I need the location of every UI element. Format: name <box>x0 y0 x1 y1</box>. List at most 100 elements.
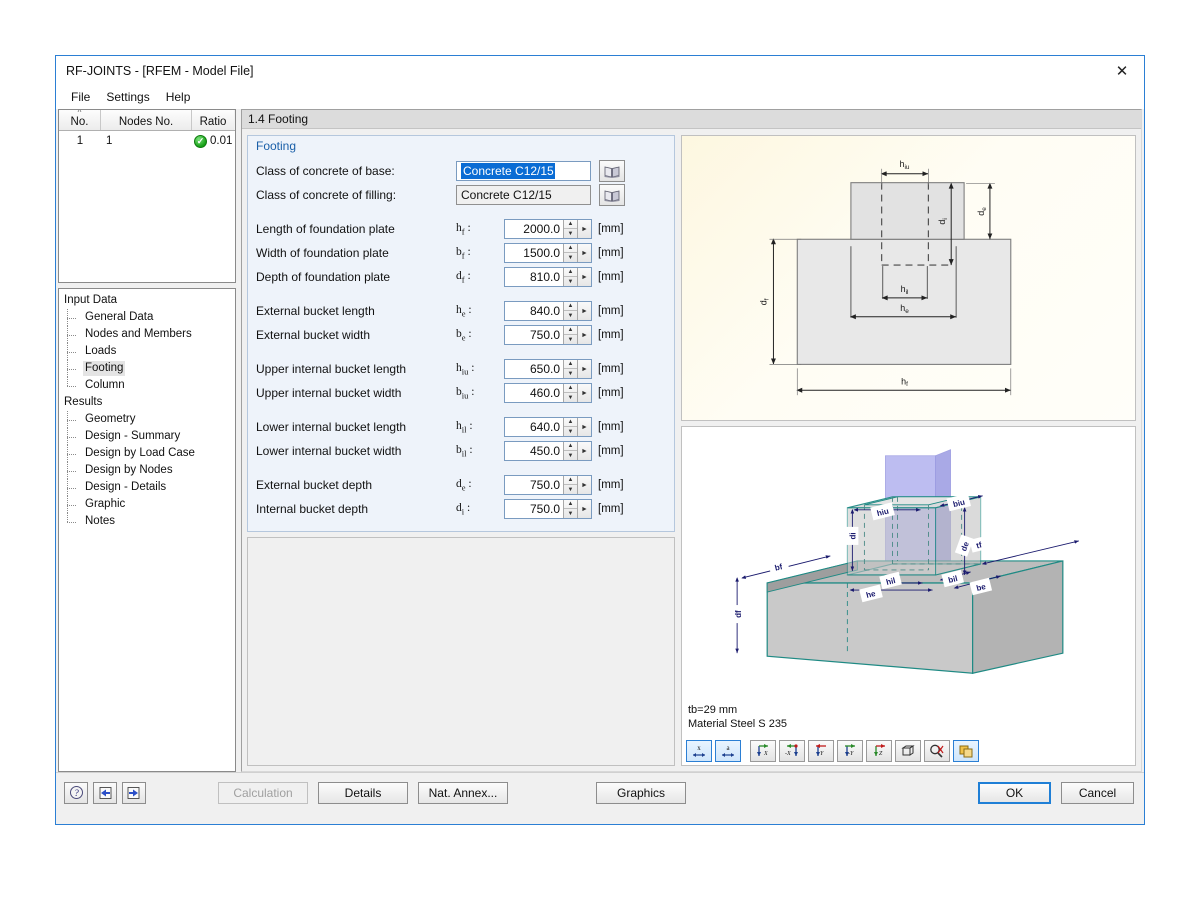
sidebar-item-design-details[interactable]: Design - Details <box>67 479 235 496</box>
spinner-arrows-be: ▲ ▼ <box>563 326 577 344</box>
table-header-nodes-no[interactable]: Nodes No. <box>101 110 192 130</box>
spinner-down-icon[interactable]: ▼ <box>564 485 577 494</box>
zoom-reset-button[interactable] <box>924 740 950 762</box>
spinner-more-icon[interactable]: ► <box>577 244 591 262</box>
spinner-more-icon[interactable]: ► <box>577 360 591 378</box>
axis-neg-y-icon: -Y <box>845 744 855 757</box>
spinner-df[interactable]: 810.0 ▲ ▼ ► <box>504 267 592 287</box>
tree-group-results[interactable]: Results <box>62 394 235 411</box>
close-icon[interactable]: ✕ <box>1100 56 1144 85</box>
axis-neg-x-icon: -X <box>785 744 798 757</box>
show-dimension-x-button[interactable]: x <box>686 740 712 762</box>
symbol-he: he : <box>456 303 472 319</box>
sidebar-item-design-by-load-case[interactable]: Design by Load Case <box>67 445 235 462</box>
spinner-up-icon[interactable]: ▲ <box>564 326 577 335</box>
sidebar-item-nodes-and-members[interactable]: Nodes and Members <box>67 326 235 343</box>
ok-button[interactable]: OK <box>978 781 1051 804</box>
spinner-down-icon[interactable]: ▼ <box>564 229 577 238</box>
spinner-more-icon[interactable]: ► <box>577 326 591 344</box>
view-z-button[interactable]: Z <box>866 740 892 762</box>
spinner-up-icon[interactable]: ▲ <box>564 220 577 229</box>
graphics-button[interactable]: Graphics <box>596 781 686 804</box>
spinner-bil[interactable]: 450.0 ▲ ▼ ► <box>504 441 592 461</box>
concrete-filling-input[interactable]: Concrete C12/15 <box>456 185 591 205</box>
spinner-down-icon[interactable]: ▼ <box>564 509 577 518</box>
spinner-more-icon[interactable]: ► <box>577 268 591 286</box>
menu-item-file[interactable]: File <box>64 88 97 106</box>
tree-group-input-data[interactable]: Input Data <box>62 292 235 309</box>
view-x-button[interactable]: X <box>750 740 776 762</box>
spinner-more-icon[interactable]: ► <box>577 418 591 436</box>
model-3d-canvas[interactable]: hiu biu di bf de tf hil bil be he df tb=… <box>682 427 1135 737</box>
sidebar-item-notes[interactable]: Notes <box>67 513 235 530</box>
book-icon[interactable] <box>599 184 625 206</box>
spinner-more-icon[interactable]: ► <box>577 500 591 518</box>
spinner-down-icon[interactable]: ▼ <box>564 253 577 262</box>
render-mode-button[interactable] <box>953 740 979 762</box>
spinner-up-icon[interactable]: ▲ <box>564 442 577 451</box>
spinner-hil[interactable]: 640.0 ▲ ▼ ► <box>504 417 592 437</box>
field-row-biu: Upper internal bucket width biu :460.0 ▲ ▼ ►… <box>256 381 664 405</box>
help-icon[interactable]: ? <box>64 781 88 804</box>
next-arrow-icon[interactable] <box>122 781 146 804</box>
menu-item-settings[interactable]: Settings <box>99 88 156 106</box>
spinner-hf[interactable]: 2000.0 ▲ ▼ ► <box>504 219 592 239</box>
spinner-up-icon[interactable]: ▲ <box>564 476 577 485</box>
view-negx-button[interactable]: -X <box>779 740 805 762</box>
spinner-more-icon[interactable]: ► <box>577 302 591 320</box>
book-icon[interactable] <box>599 160 625 182</box>
sidebar-item-design-summary[interactable]: Design - Summary <box>67 428 235 445</box>
spinner-more-icon[interactable]: ► <box>577 220 591 238</box>
spinner-up-icon[interactable]: ▲ <box>564 360 577 369</box>
menu-item-help[interactable]: Help <box>159 88 198 106</box>
sidebar-item-footing[interactable]: Footing <box>67 360 235 377</box>
table-row[interactable]: 1 1 ✓ 0.01 <box>59 131 235 151</box>
spinner-down-icon[interactable]: ▼ <box>564 277 577 286</box>
spinner-down-icon[interactable]: ▼ <box>564 369 577 378</box>
view-negy-button[interactable]: -Y <box>837 740 863 762</box>
nat-annex-button[interactable]: Nat. Annex... <box>418 781 508 804</box>
table-header-no[interactable]: ^ No. <box>59 110 101 130</box>
spinner-be[interactable]: 750.0 ▲ ▼ ► <box>504 325 592 345</box>
spinner-hiu[interactable]: 650.0 ▲ ▼ ► <box>504 359 592 379</box>
sidebar-item-column[interactable]: Column <box>67 377 235 394</box>
spinner-up-icon[interactable]: ▲ <box>564 500 577 509</box>
spinner-more-icon[interactable]: ► <box>577 476 591 494</box>
spinner-down-icon[interactable]: ▼ <box>564 451 577 460</box>
spinner-up-icon[interactable]: ▲ <box>564 418 577 427</box>
sidebar-item-general-data[interactable]: General Data <box>67 309 235 326</box>
cancel-button[interactable]: Cancel <box>1061 781 1134 804</box>
spinner-up-icon[interactable]: ▲ <box>564 384 577 393</box>
view-y-button[interactable]: Y <box>808 740 834 762</box>
details-button[interactable]: Details <box>318 781 408 804</box>
spinner-biu[interactable]: 460.0 ▲ ▼ ► <box>504 383 592 403</box>
spinner-more-icon[interactable]: ► <box>577 384 591 402</box>
spinner-up-icon[interactable]: ▲ <box>564 268 577 277</box>
spinner-he[interactable]: 840.0 ▲ ▼ ► <box>504 301 592 321</box>
isometric-view-button[interactable] <box>895 740 921 762</box>
table-header-ratio[interactable]: Ratio <box>192 110 234 130</box>
spinner-down-icon[interactable]: ▼ <box>564 393 577 402</box>
show-dimension-a-button[interactable]: a <box>715 740 741 762</box>
spinner-more-icon[interactable]: ► <box>577 442 591 460</box>
sidebar-item-design-by-nodes[interactable]: Design by Nodes <box>67 462 235 479</box>
spinner-di[interactable]: 750.0 ▲ ▼ ► <box>504 499 592 519</box>
spinner-de[interactable]: 750.0 ▲ ▼ ► <box>504 475 592 495</box>
spinner-down-icon[interactable]: ▼ <box>564 335 577 344</box>
spinner-down-icon[interactable]: ▼ <box>564 311 577 320</box>
model-view-3d: hiu biu di bf de tf hil bil be he df tb=… <box>681 426 1136 766</box>
spinner-up-icon[interactable]: ▲ <box>564 302 577 311</box>
spinner-bf[interactable]: 1500.0 ▲ ▼ ► <box>504 243 592 263</box>
section-drawing-2d[interactable]: hiu de di df hil he hf <box>681 135 1136 421</box>
previous-arrow-icon[interactable] <box>93 781 117 804</box>
axis-y-icon: Y <box>816 744 826 757</box>
form-empty-area <box>247 537 675 766</box>
sidebar-item-geometry[interactable]: Geometry <box>67 411 235 428</box>
spinner-up-icon[interactable]: ▲ <box>564 244 577 253</box>
sidebar-item-loads[interactable]: Loads <box>67 343 235 360</box>
calculation-button[interactable]: Calculation <box>218 781 308 804</box>
spinner-down-icon[interactable]: ▼ <box>564 427 577 436</box>
label-di: Internal bucket depth <box>256 502 369 516</box>
sidebar-item-graphic[interactable]: Graphic <box>67 496 235 513</box>
concrete-base-input[interactable]: Concrete C12/15 <box>456 161 591 181</box>
